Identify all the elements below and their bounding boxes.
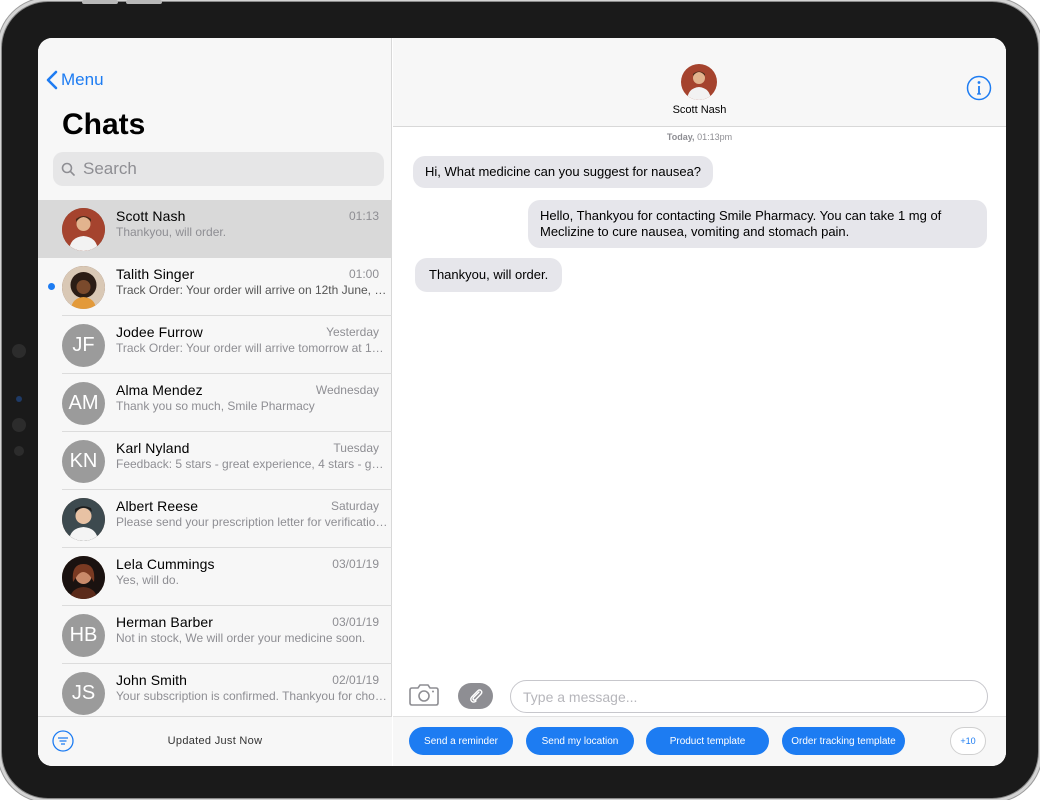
chat-time: Saturday (330, 499, 379, 513)
chat-time: 03/01/19 (332, 615, 379, 629)
avatar (62, 208, 105, 251)
message-text: Hi, What medicine can you suggest for na… (425, 164, 702, 179)
chat-list: Scott Nash 01:13 Thankyou, will order. Tali… (38, 200, 392, 722)
conversation-pane: Scott Nash Today, 01:13pm Hi, What medic… (393, 38, 1006, 766)
timestamp-time: 01:13pm (697, 132, 733, 142)
chat-contact-name: Scott Nash (116, 208, 186, 224)
chat-time: Yesterday (326, 325, 379, 339)
chat-list-item[interactable]: HB Herman Barber 03/01/19 Not in stock, We … (38, 606, 392, 664)
product-template-button[interactable]: Product template (646, 727, 769, 755)
avatar (62, 556, 105, 599)
device-button (82, 0, 118, 4)
search-placeholder: Search (83, 159, 137, 178)
tablet-frame: Menu Chats Search Scott Nash 01:13 Thankyo… (2, 0, 1038, 798)
message-input[interactable] (510, 680, 988, 713)
chevron-left-icon (46, 70, 58, 90)
search-icon (61, 162, 75, 176)
chat-time: 03/01/19 (332, 557, 379, 571)
chat-list-item[interactable]: JS John Smith 02/01/19 Your subscription is… (38, 664, 392, 722)
chat-preview: Feedback: 5 stars - great experience, 4 … (116, 457, 388, 471)
chat-contact-name: Jodee Furrow (116, 324, 203, 340)
chat-preview: Track Order: Your order will arrive on 1… (116, 283, 388, 297)
sensor-dot (14, 446, 24, 456)
chat-contact-name: Karl Nyland (116, 440, 190, 456)
contact-avatar[interactable] (681, 64, 717, 100)
unread-indicator (48, 283, 55, 290)
camera-icon[interactable] (409, 682, 439, 706)
message-timestamp: Today, 01:13pm (393, 132, 1006, 142)
chat-contact-name: Herman Barber (116, 614, 214, 630)
sidebar-footer: Updated Just Now (38, 716, 392, 766)
send-reminder-button[interactable]: Send a reminder (409, 727, 513, 755)
chat-time: 02/01/19 (332, 673, 379, 687)
back-menu-label: Menu (61, 70, 104, 89)
device-button (126, 0, 162, 4)
avatar: KN (62, 440, 105, 483)
message-text: Thankyou, will order. (429, 267, 549, 282)
chat-time: Tuesday (333, 441, 379, 455)
chat-list-item[interactable]: Talith Singer 01:00 Track Order: Your orde… (38, 258, 392, 316)
chat-list-item[interactable]: Lela Cummings 03/01/19 Yes, will do. (38, 548, 392, 606)
avatar (62, 266, 105, 309)
chat-time: 01:13 (348, 209, 379, 223)
chat-preview: Yes, will do. (116, 573, 179, 587)
chat-preview: Thankyou, will order. (116, 225, 227, 239)
page-title: Chats (62, 108, 146, 141)
info-icon[interactable] (966, 75, 992, 101)
app-screen: Menu Chats Search Scott Nash 01:13 Thankyo… (38, 38, 1006, 766)
sensor-dot (16, 396, 22, 402)
contact-name: Scott Nash (672, 104, 727, 116)
order-tracking-template-button[interactable]: Order tracking template (782, 727, 905, 755)
avatar: JF (62, 324, 105, 367)
chat-contact-name: Alma Mendez (116, 382, 203, 398)
sensor-dot (12, 418, 26, 432)
more-templates-button[interactable]: +10 (950, 727, 986, 755)
chat-list-item[interactable]: Scott Nash 01:13 Thankyou, will order. (38, 200, 392, 258)
chat-preview: Please send your prescription letter for… (116, 515, 388, 529)
chat-list-item[interactable]: Albert Reese Saturday Please send your pre… (38, 490, 392, 548)
conversation-header: Scott Nash (393, 38, 1006, 127)
avatar (62, 498, 105, 541)
avatar: HB (62, 614, 105, 657)
timestamp-day: Today, (666, 132, 695, 142)
avatar: JS (62, 672, 105, 715)
chat-list-item[interactable]: AM Alma Mendez Wednesday Thank you so much,… (38, 374, 392, 432)
chat-list-item[interactable]: JF Jodee Furrow Yesterday Track Order: Your… (38, 316, 392, 374)
updated-status: Updated Just Now (167, 735, 263, 747)
send-location-button[interactable]: Send my location (526, 727, 634, 755)
message-bubble: Hi, What medicine can you suggest for na… (413, 156, 714, 188)
chat-contact-name: John Smith (116, 672, 188, 688)
chat-contact-name: Lela Cummings (116, 556, 215, 572)
paperclip-icon[interactable] (458, 683, 493, 709)
message-bubble: Hello, Thankyou for contacting Smile Pha… (528, 200, 987, 248)
chat-preview: Track Order: Your order will arrive tomo… (116, 341, 388, 355)
sensor-dot (12, 344, 26, 358)
chat-preview: Not in stock, We will order your medicin… (116, 631, 366, 645)
chat-list-item[interactable]: KN Karl Nyland Tuesday Feedback: 5 stars - … (38, 432, 392, 490)
chat-time: 01:00 (348, 267, 379, 281)
chat-contact-name: Talith Singer (116, 266, 195, 282)
chat-preview: Thank you so much, Smile Pharmacy (116, 399, 315, 413)
chat-time: Wednesday (315, 383, 379, 397)
back-menu-link[interactable]: Menu (46, 70, 104, 90)
chat-contact-name: Albert Reese (116, 498, 199, 514)
paperclip-glyph-icon (469, 689, 482, 703)
search-input[interactable]: Search (53, 152, 384, 186)
avatar-photo-icon (681, 64, 717, 100)
message-composer (393, 674, 1006, 718)
message-bubble: Thankyou, will order. (415, 258, 563, 292)
quick-reply-bar: Send a reminder Send my location Product… (393, 716, 1006, 766)
chat-preview: Your subscription is confirmed. Thankyou… (116, 689, 388, 703)
message-text: Hello, Thankyou for contacting Smile Pha… (540, 208, 942, 239)
chats-sidebar: Menu Chats Search Scott Nash 01:13 Thankyo… (38, 38, 392, 766)
avatar: AM (62, 382, 105, 425)
